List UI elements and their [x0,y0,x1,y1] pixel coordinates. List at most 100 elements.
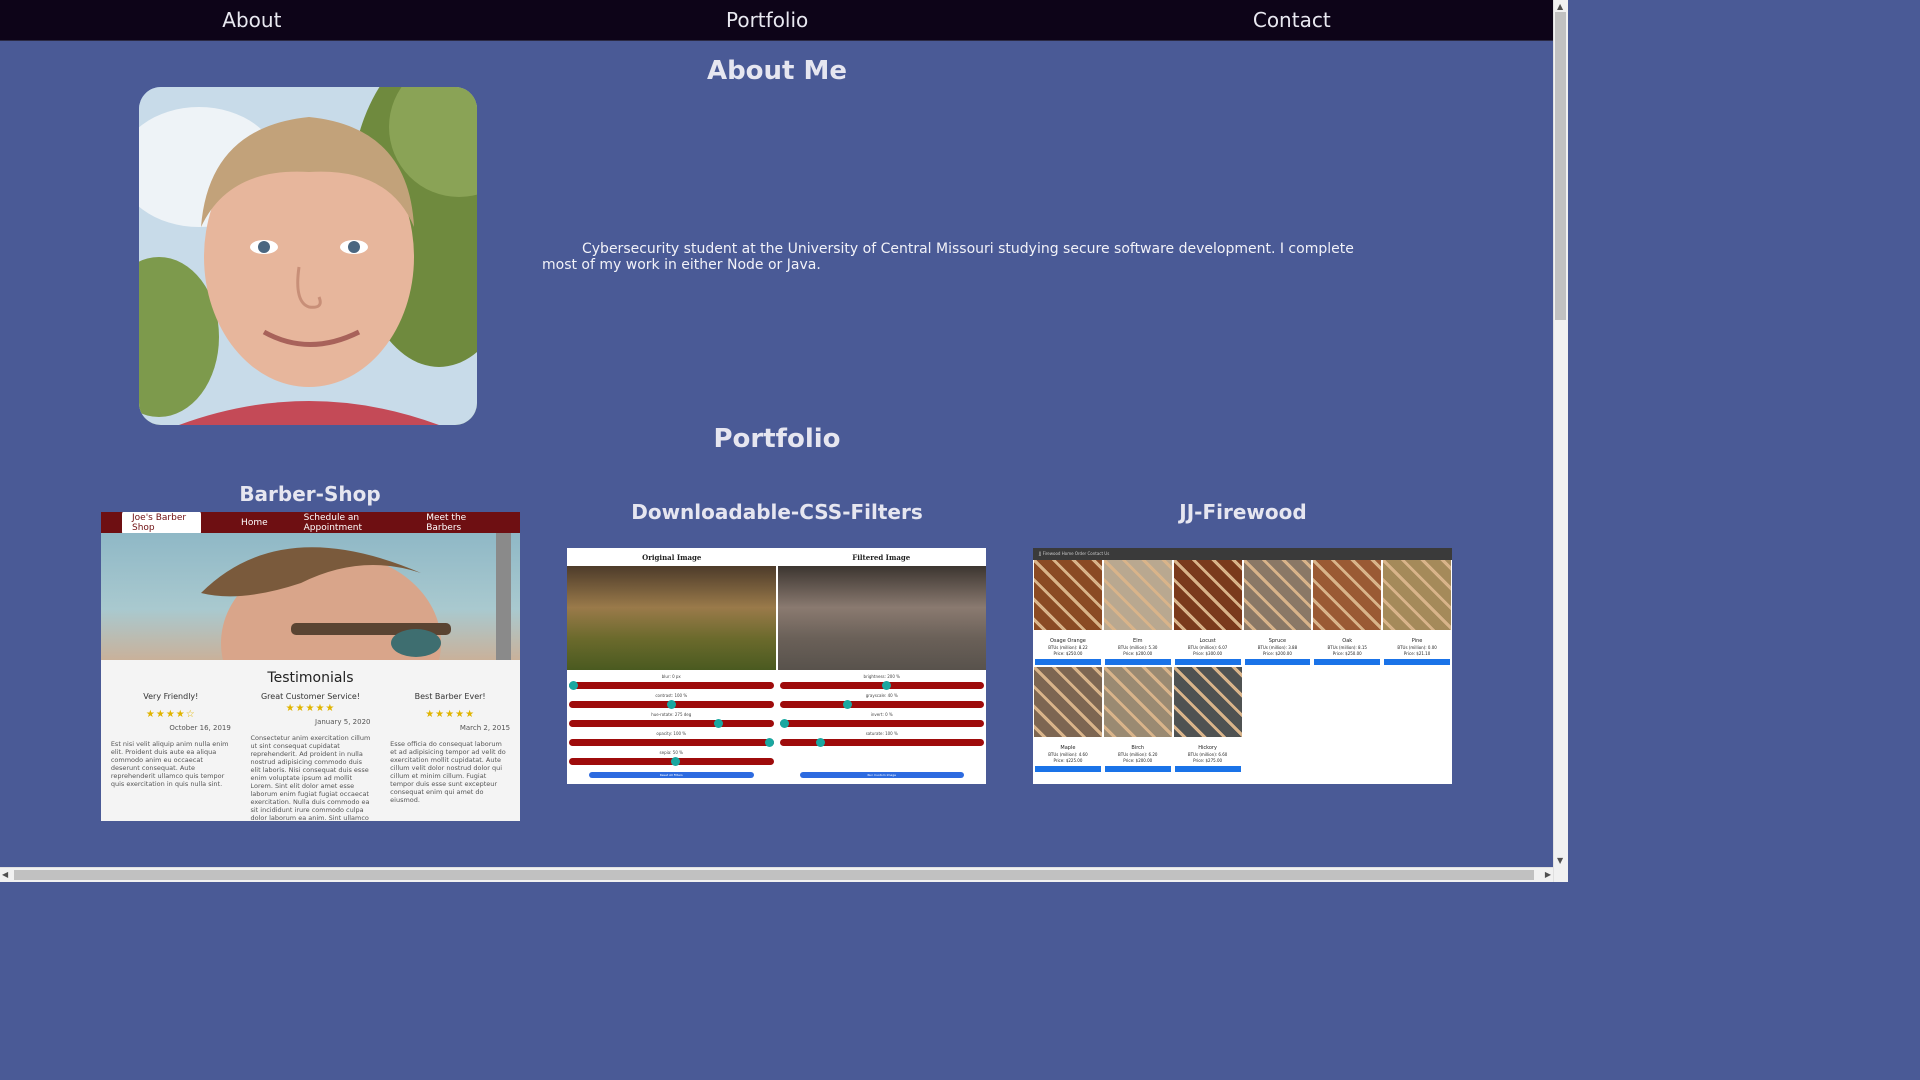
firewood-image [1243,560,1312,630]
vertical-scrollbar[interactable]: ▲ ▼ [1553,0,1568,882]
scroll-left-arrow-icon[interactable]: ◀ [2,870,8,879]
firewood-name: Maple [1060,745,1076,751]
firewood-btu: BTUs (million): 3.88 [1257,645,1298,650]
project-title-jj-firewood[interactable]: JJ-Firewood [1033,500,1453,524]
filter-slider[interactable]: invert: 0 % [779,712,984,731]
firewood-name: Pine [1411,638,1423,644]
scroll-down-arrow-icon[interactable]: ▼ [1557,856,1563,865]
run-custom-image-button[interactable]: Run Custom Image [799,772,964,778]
filter-slider[interactable]: hue-rotate: 275 deg [569,712,774,731]
order-button[interactable] [1174,766,1241,772]
firewood-price: Price: $250.00 [1053,651,1083,656]
original-image-header: Original Image [642,552,702,562]
filter-slider-label: brightness: 200 % [863,674,900,679]
slider-track[interactable] [569,682,774,689]
barber-shop-screenshot[interactable]: Joe's Barber Shop Home Schedule an Appoi… [101,512,520,821]
nav-link-contact[interactable]: Contact [1253,8,1331,32]
firewood-price: Price: $275.00 [1193,758,1223,763]
order-button[interactable] [1104,766,1171,772]
filter-slider-label: sepia: 50 % [659,750,683,755]
filter-slider-label: opacity: 100 % [656,731,687,736]
star-rating: ★★★★☆ [145,709,196,720]
horizontal-scroll-thumb[interactable] [14,870,1534,880]
firewood-image [1034,667,1102,737]
firewood-name: Elm [1133,638,1143,644]
firewood-image [1173,560,1242,630]
original-desert-image [567,566,776,670]
testimonial-title: Best Barber Ever! [414,692,486,701]
order-button[interactable] [1104,659,1171,665]
filter-slider[interactable]: brightness: 200 % [779,674,984,693]
slider-track[interactable] [779,701,984,708]
filter-slider[interactable]: blur: 0 px [569,674,774,693]
order-button[interactable] [1244,659,1311,665]
slider-knob[interactable] [881,681,891,690]
firewood-btu: BTUs (million): 8.15 [1327,645,1367,650]
barber-brand: Joe's Barber Shop [122,512,202,535]
testimonial-date: January 5, 2020 [315,718,371,726]
barber-hero-image [101,533,520,733]
left-slider-column: blur: 0 px contrast: 100 % hue-rotate: 275… [569,674,775,778]
firewood-btu: BTUs (million): 6.60 [1187,752,1228,757]
project-title-css-filters[interactable]: Downloadable-CSS-Filters [567,500,987,524]
filtered-desert-image [777,566,986,670]
reset-filters-button[interactable]: Reset All Filters [589,772,754,778]
testimonial-card: Very Friendly! ★★★★☆ October 16, 2019 Es… [111,692,231,821]
firewood-product-card: Pine BTUs (million): 0.00 Price: $21.10 [1383,560,1451,665]
firewood-name: Birch [1131,745,1145,751]
order-button[interactable] [1314,659,1381,665]
order-button[interactable] [1174,659,1241,665]
nav-link-about[interactable]: About [222,8,281,32]
testimonial-title: Great Customer Service! [260,692,360,701]
barber-nav: Joe's Barber Shop Home Schedule an Appoi… [101,512,520,535]
firewood-price: Price: $225.00 [1053,758,1083,763]
filter-slider-label: grayscale: 40 % [865,693,898,698]
star-rating: ★★★★★ [285,703,336,714]
order-button[interactable] [1035,766,1101,772]
firewood-product-card: Oak BTUs (million): 8.15 Price: $250.00 [1313,560,1382,665]
scroll-up-arrow-icon[interactable]: ▲ [1557,2,1563,11]
filter-slider[interactable]: opacity: 100 % [569,731,775,750]
slider-track[interactable] [779,720,984,727]
firewood-price: Price: $250.00 [1332,651,1362,656]
filter-slider[interactable]: grayscale: 40 % [779,693,984,712]
css-filters-sliders: blur: 0 px contrast: 100 % hue-rotate: 275… [567,670,986,782]
jj-firewood-screenshot[interactable]: JJ Firewood Home Order Contact Us Osage … [1033,548,1452,784]
testimonial-date: March 2, 2015 [459,724,511,732]
project-title-barber-shop[interactable]: Barber-Shop [100,482,520,506]
testimonial-date: October 16, 2019 [169,724,231,732]
vertical-scroll-thumb[interactable] [1555,12,1566,320]
order-button[interactable] [1035,659,1101,665]
slider-track[interactable] [779,739,984,746]
right-slider-column: brightness: 200 % grayscale: 40 % invert: … [779,674,984,778]
scroll-right-arrow-icon[interactable]: ▶ [1545,870,1551,879]
firewood-image [1383,560,1451,630]
slider-track[interactable] [569,720,774,727]
firewood-product-card: Osage Orange BTUs (million): 8.22 Price: $… [1034,560,1102,665]
testimonial-title: Very Friendly! [143,692,199,701]
firewood-price: Price: $200.00 [1123,758,1153,763]
firewood-price: Price: $21.10 [1403,651,1431,656]
firewood-image [1173,667,1242,737]
filter-slider[interactable]: sepia: 50 % [569,750,774,769]
filter-slider[interactable]: contrast: 100 % [569,693,774,712]
slider-knob[interactable] [779,719,789,728]
slider-knob[interactable] [842,700,852,709]
firewood-price: Price: $200.00 [1262,651,1292,656]
horizontal-scrollbar[interactable]: ◀ ▶ [0,867,1553,882]
firewood-name: Spruce [1268,638,1287,644]
slider-knob[interactable] [569,681,579,690]
firewood-name: Oak [1342,638,1353,644]
filter-slider[interactable]: saturate: 100 % [779,731,984,750]
firewood-btu: BTUs (million): 5.30 [1118,645,1158,650]
slider-track[interactable] [569,739,774,746]
about-bio: Cybersecurity student at the University … [542,241,1354,273]
slider-knob[interactable] [765,738,775,747]
css-filters-screenshot[interactable]: Original Image Filtered Image blur: 0 px… [567,548,986,784]
firewood-nav: JJ Firewood Home Order Contact Us [1033,548,1452,560]
nav-link-portfolio[interactable]: Portfolio [726,8,808,32]
firewood-name: Hickory [1198,745,1217,751]
firewood-product-card: Locust BTUs (million): 6.07 Price: $300.00 [1173,560,1242,665]
star-rating: ★★★★★ [425,709,476,720]
order-button[interactable] [1384,659,1450,665]
